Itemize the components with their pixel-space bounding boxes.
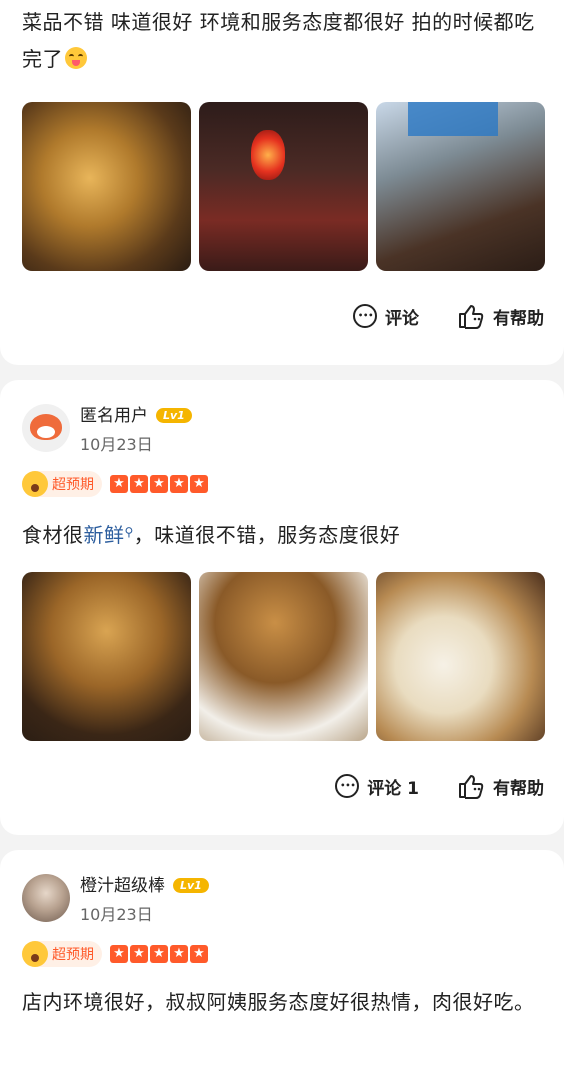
keyword-link[interactable]: 新鲜⚲	[84, 523, 134, 547]
avatar[interactable]	[22, 404, 70, 452]
review-text: 食材很新鲜⚲，味道很不错，服务态度很好	[22, 523, 401, 547]
comment-label: 评论 1	[367, 778, 419, 799]
username[interactable]: 橙汁超级棒 Lv1	[80, 871, 209, 896]
star-icon: ★	[190, 945, 208, 963]
star-icon: ★	[130, 945, 148, 963]
star-icon: ★	[110, 475, 128, 493]
star-icon: ★	[110, 945, 128, 963]
comment-label: 评论	[385, 308, 419, 329]
comment-bubble-icon	[335, 774, 360, 798]
helpful-label: 有帮助	[493, 308, 544, 329]
rating-row: 超预期 ★ ★ ★ ★ ★	[22, 471, 208, 497]
review-photo[interactable]	[199, 572, 368, 741]
comment-button[interactable]: 评论	[353, 304, 419, 329]
search-icon: ⚲	[124, 525, 134, 539]
review-photo[interactable]	[376, 572, 545, 741]
review-photo[interactable]	[199, 102, 368, 271]
review-actions: 评论 有帮助	[353, 303, 544, 329]
star-icon: ★	[130, 475, 148, 493]
username[interactable]: 匿名用户 Lv1	[80, 401, 192, 426]
avatar[interactable]	[22, 874, 70, 922]
star-icon: ★	[190, 475, 208, 493]
review-card: 匿名用户 Lv1 10月23日 超预期 ★ ★ ★ ★ ★ 食材很新鲜⚲，味道很不…	[0, 380, 564, 835]
level-badge: Lv1	[173, 878, 209, 893]
rating-row: 超预期 ★ ★ ★ ★ ★	[22, 941, 208, 967]
review-date: 10月23日	[80, 905, 153, 924]
thumbs-up-icon	[457, 303, 485, 329]
review-photo[interactable]	[22, 102, 191, 271]
comment-bubble-icon	[353, 304, 377, 328]
thumbs-up-icon	[457, 773, 485, 799]
review-date: 10月23日	[80, 435, 153, 454]
star-rating: ★ ★ ★ ★ ★	[110, 945, 208, 963]
review-photo[interactable]	[376, 102, 545, 271]
star-icon: ★	[150, 475, 168, 493]
review-actions: 评论 1 有帮助	[335, 773, 544, 799]
star-icon: ★	[170, 475, 188, 493]
expectation-tag: 超预期	[22, 941, 102, 967]
tongue-emoji-icon	[65, 47, 87, 69]
surprised-face-icon	[22, 471, 48, 497]
review-photos	[22, 572, 545, 741]
star-rating: ★ ★ ★ ★ ★	[110, 475, 208, 493]
surprised-face-icon	[22, 941, 48, 967]
helpful-label: 有帮助	[493, 778, 544, 799]
comment-button[interactable]: 评论 1	[335, 774, 419, 799]
review-text: 店内环境很好，叔叔阿姨服务态度好很热情，肉很好吃。	[22, 990, 535, 1014]
review-photos	[22, 102, 545, 271]
review-text: 菜品不错 味道很好 环境和服务态度都很好 拍的时候都吃完了	[22, 10, 535, 71]
helpful-button[interactable]: 有帮助	[457, 773, 544, 799]
review-card: 菜品不错 味道很好 环境和服务态度都很好 拍的时候都吃完了 评论 有帮助	[0, 0, 564, 365]
star-icon: ★	[150, 945, 168, 963]
review-card: 橙汁超级棒 Lv1 10月23日 超预期 ★ ★ ★ ★ ★ 店内环境很好，叔叔阿…	[0, 850, 564, 1080]
star-icon: ★	[170, 945, 188, 963]
level-badge: Lv1	[156, 408, 192, 423]
review-photo[interactable]	[22, 572, 191, 741]
helpful-button[interactable]: 有帮助	[457, 303, 544, 329]
expectation-tag: 超预期	[22, 471, 102, 497]
